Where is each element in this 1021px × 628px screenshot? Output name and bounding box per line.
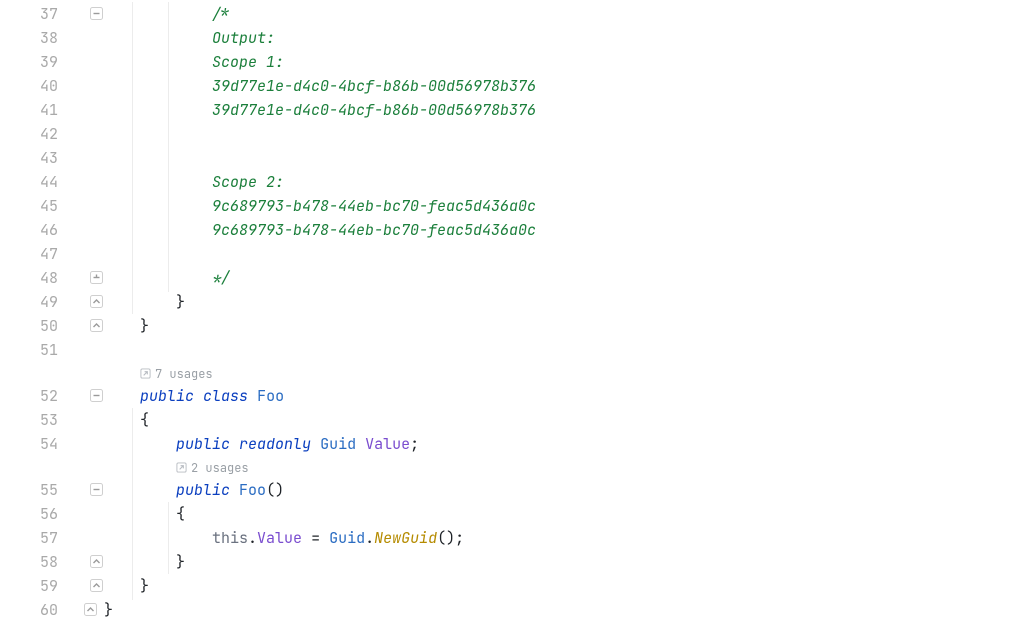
fold-end-icon[interactable] [83, 602, 98, 617]
code-line[interactable]: 49 } [0, 290, 1021, 314]
code-text[interactable]: 39d77e1e-d4c0-4bcf-b86b-00d56978b376 [104, 74, 1021, 98]
inlay-hint-row: 2 usages [0, 456, 1021, 478]
code-text[interactable]: 9c689793-b478-44eb-bc70-feac5d436a0c [104, 218, 1021, 242]
line-number: 54 [0, 432, 68, 456]
line-number: 37 [0, 2, 68, 26]
line-number: 38 [0, 26, 68, 50]
link-icon [140, 368, 151, 379]
code-line[interactable]: 37 /* [0, 2, 1021, 26]
code-line[interactable]: 57 this.Value = Guid.NewGuid(); [0, 526, 1021, 550]
fold-end-icon[interactable] [89, 294, 104, 309]
code-line[interactable]: 39 Scope 1: [0, 50, 1021, 74]
line-number: 55 [0, 478, 68, 502]
line-number: 51 [0, 338, 68, 362]
code-text[interactable]: } [104, 550, 1021, 574]
code-text[interactable]: { [104, 408, 1021, 432]
code-line[interactable]: 38 Output: [0, 26, 1021, 50]
line-number: 56 [0, 502, 68, 526]
line-number: 57 [0, 526, 68, 550]
code-text[interactable]: } [104, 290, 1021, 314]
line-number: 42 [0, 122, 68, 146]
code-line[interactable]: 58 } [0, 550, 1021, 574]
fold-end-icon[interactable] [89, 270, 104, 285]
code-line[interactable]: 59 } [0, 574, 1021, 598]
code-line[interactable]: 43 [0, 146, 1021, 170]
fold-end-icon[interactable] [89, 578, 104, 593]
code-text[interactable]: } [104, 574, 1021, 598]
line-number: 58 [0, 550, 68, 574]
code-line[interactable]: 53 { [0, 408, 1021, 432]
code-text[interactable]: /* [104, 2, 1021, 26]
code-line[interactable]: 56 { [0, 502, 1021, 526]
code-text[interactable]: { [104, 502, 1021, 526]
code-line[interactable]: 48 */ [0, 266, 1021, 290]
line-number: 48 [0, 266, 68, 290]
code-line[interactable]: 45 9c689793-b478-44eb-bc70-feac5d436a0c [0, 194, 1021, 218]
usages-hint[interactable]: 2 usages [176, 457, 249, 479]
link-icon [176, 462, 187, 473]
code-text[interactable]: */ [104, 266, 1021, 290]
code-line[interactable]: 44 Scope 2: [0, 170, 1021, 194]
code-text[interactable]: public class Foo [104, 384, 1021, 408]
fold-end-icon[interactable] [89, 318, 104, 333]
code-editor[interactable]: 37 /* 38 Output: 39 Scope 1: 40 39d77e1e… [0, 0, 1021, 628]
line-number: 39 [0, 50, 68, 74]
code-line[interactable]: 50 } [0, 314, 1021, 338]
code-line[interactable]: 52 public class Foo [0, 384, 1021, 408]
line-number: 49 [0, 290, 68, 314]
usages-hint-label: 7 usages [155, 363, 213, 385]
code-line[interactable]: 51 [0, 338, 1021, 362]
code-text[interactable]: public readonly Guid Value; [104, 432, 1021, 456]
line-number: 47 [0, 242, 68, 266]
code-line[interactable]: 47 [0, 242, 1021, 266]
code-text[interactable]: Scope 1: [104, 50, 1021, 74]
code-text[interactable]: 9c689793-b478-44eb-bc70-feac5d436a0c [104, 194, 1021, 218]
line-number: 53 [0, 408, 68, 432]
code-text[interactable]: } [104, 314, 1021, 338]
line-number: 41 [0, 98, 68, 122]
fold-start-icon[interactable] [89, 482, 104, 497]
line-number: 60 [0, 598, 68, 622]
code-text[interactable]: this.Value = Guid.NewGuid(); [104, 526, 1021, 550]
line-number: 52 [0, 384, 68, 408]
code-text[interactable]: Output: [104, 26, 1021, 50]
code-line[interactable]: 60 } [0, 598, 1021, 622]
fold-start-icon[interactable] [89, 6, 104, 21]
code-text[interactable]: } [104, 598, 1021, 622]
line-number: 50 [0, 314, 68, 338]
line-number: 45 [0, 194, 68, 218]
line-number: 59 [0, 574, 68, 598]
code-line[interactable]: 41 39d77e1e-d4c0-4bcf-b86b-00d56978b376 [0, 98, 1021, 122]
code-text[interactable]: 39d77e1e-d4c0-4bcf-b86b-00d56978b376 [104, 98, 1021, 122]
code-line[interactable]: 55 public Foo() [0, 478, 1021, 502]
code-line[interactable]: 54 public readonly Guid Value; [0, 432, 1021, 456]
usages-hint[interactable]: 7 usages [140, 363, 213, 385]
line-number: 44 [0, 170, 68, 194]
inlay-hint-row: 7 usages [0, 362, 1021, 384]
code-line[interactable]: 40 39d77e1e-d4c0-4bcf-b86b-00d56978b376 [0, 74, 1021, 98]
line-number: 46 [0, 218, 68, 242]
code-text[interactable]: public Foo() [104, 478, 1021, 502]
fold-end-icon[interactable] [89, 554, 104, 569]
line-number: 40 [0, 74, 68, 98]
fold-start-icon[interactable] [89, 388, 104, 403]
code-line[interactable]: 42 [0, 122, 1021, 146]
line-number: 43 [0, 146, 68, 170]
code-line[interactable]: 46 9c689793-b478-44eb-bc70-feac5d436a0c [0, 218, 1021, 242]
usages-hint-label: 2 usages [191, 457, 249, 479]
code-text[interactable]: Scope 2: [104, 170, 1021, 194]
